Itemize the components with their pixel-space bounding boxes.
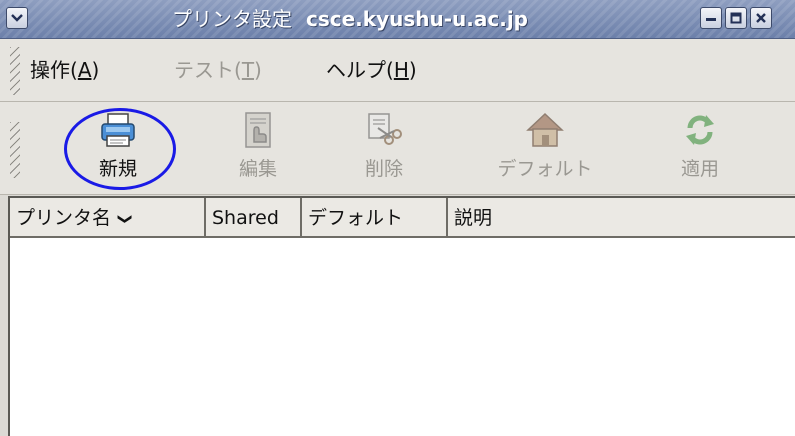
menubar-grip-handle[interactable] <box>10 47 20 95</box>
printer-settings-window: プリンタ設定 csce.kyushu-u.ac.jp 操作(A) テスト(T) … <box>0 0 795 436</box>
menu-operation-suffix: ) <box>91 58 100 82</box>
column-shared-label: Shared <box>212 207 279 229</box>
chevron-down-icon <box>11 14 23 22</box>
apply-label: 適用 <box>680 158 719 180</box>
column-description-label: 説明 <box>454 207 493 229</box>
delete-scissors-icon <box>368 113 402 145</box>
window-menu-button[interactable] <box>6 7 28 29</box>
printer-list[interactable]: プリンタ名 ❯ Shared デフォルト 説明 <box>8 196 795 436</box>
toolbar: 新規 編集 削除 デフォルト 適用 <box>0 102 795 195</box>
toolbar-grip-handle[interactable] <box>10 122 20 178</box>
column-default-label: デフォルト <box>308 207 404 229</box>
menu-help-suffix: ) <box>408 58 417 82</box>
menu-test[interactable]: テスト(T) <box>174 56 262 84</box>
menu-test-mnemonic: T <box>241 58 255 82</box>
apply-arrows-icon <box>686 115 714 145</box>
edit-button[interactable]: 編集 <box>208 108 308 188</box>
printer-icon <box>101 113 135 147</box>
menu-test-suffix: ) <box>254 58 262 82</box>
sort-chevron-icon: ❯ <box>116 213 133 225</box>
new-printer-label: 新規 <box>98 158 137 180</box>
edit-hand-icon <box>245 112 271 148</box>
column-header-default[interactable]: デフォルト <box>302 198 448 238</box>
title-bar[interactable]: プリンタ設定 csce.kyushu-u.ac.jp <box>0 0 795 39</box>
printer-list-body[interactable] <box>10 238 795 436</box>
close-icon <box>756 13 766 23</box>
column-printer-name-label: プリンタ名 <box>16 207 112 229</box>
menu-help-label: ヘルプ( <box>326 58 394 82</box>
menu-help[interactable]: ヘルプ(H) <box>326 56 417 84</box>
delete-button[interactable]: 削除 <box>334 108 434 188</box>
column-header-shared[interactable]: Shared <box>206 198 302 238</box>
maximize-button[interactable] <box>725 7 747 29</box>
menu-operation[interactable]: 操作(A) <box>30 56 99 84</box>
menu-operation-mnemonic: A <box>77 58 92 82</box>
menu-help-mnemonic: H <box>393 58 409 82</box>
column-header-printer-name[interactable]: プリンタ名 ❯ <box>10 198 206 238</box>
window-title-host: csce.kyushu-u.ac.jp <box>306 7 528 31</box>
menu-test-label: テスト( <box>174 58 242 82</box>
column-header-description[interactable]: 説明 <box>448 198 795 238</box>
edit-label: 編集 <box>238 158 277 180</box>
window-title-text: プリンタ設定 <box>172 7 292 31</box>
window-title: プリンタ設定 csce.kyushu-u.ac.jp <box>172 4 528 34</box>
menu-bar: 操作(A) テスト(T) ヘルプ(H) <box>0 39 795 102</box>
delete-label: 削除 <box>364 158 403 180</box>
menu-operation-label: 操作( <box>30 58 78 82</box>
home-icon <box>526 112 564 147</box>
set-default-button[interactable]: デフォルト <box>482 108 608 188</box>
minimize-button[interactable] <box>700 7 722 29</box>
close-button[interactable] <box>750 7 772 29</box>
set-default-label: デフォルト <box>497 158 593 180</box>
maximize-icon <box>730 12 742 24</box>
apply-button[interactable]: 適用 <box>650 108 750 188</box>
minimize-icon <box>706 18 716 21</box>
new-printer-button[interactable]: 新規 <box>68 108 168 188</box>
